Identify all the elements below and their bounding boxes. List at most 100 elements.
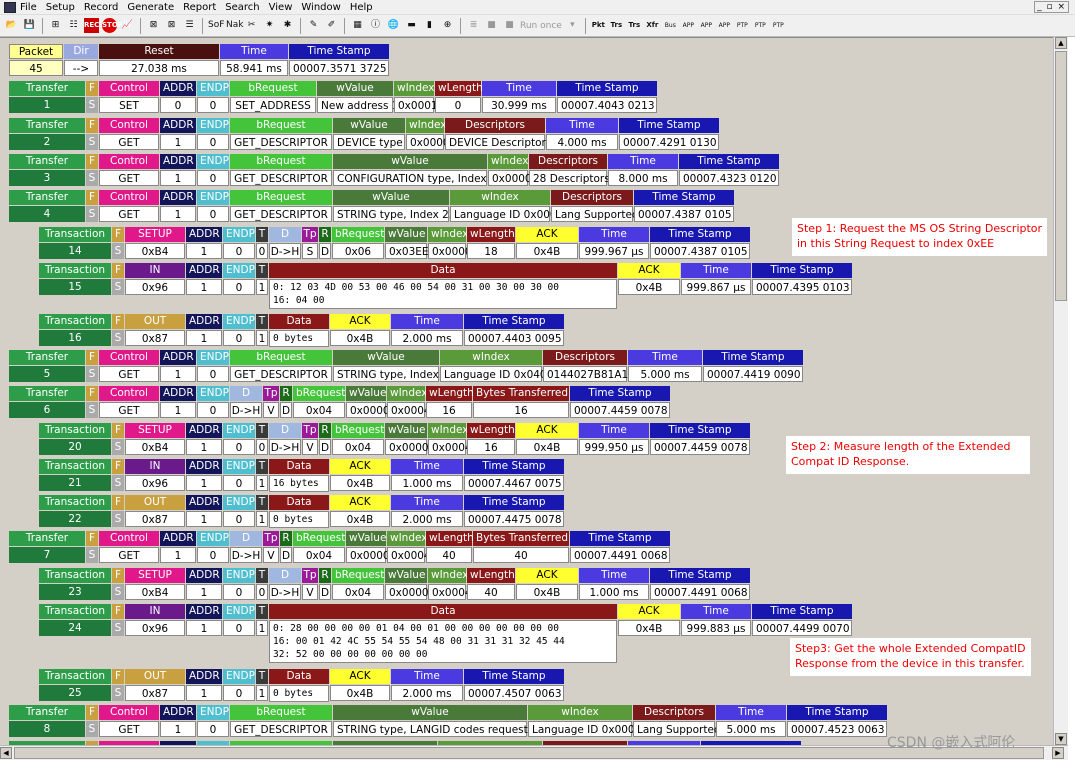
transfer-number: 1 (9, 97, 85, 113)
target-icon[interactable]: ⊕ (440, 18, 455, 33)
menu-record[interactable]: Record (84, 2, 119, 13)
menu-window[interactable]: Window (301, 2, 340, 13)
transfer-row[interactable]: Transfer 2 FS Control GET ADDR 1 ENDP 0 bReq… (9, 118, 720, 150)
transfer-row[interactable]: Transfer 7 FS Control GET ADDR 1 ENDP 0 D D->… (9, 531, 671, 563)
trs2-icon[interactable]: Trs (627, 18, 642, 33)
menu-report[interactable]: Report (183, 2, 216, 13)
endp-value: 0 (223, 685, 255, 701)
brequest-value: GET_DESCRIPTOR (230, 170, 332, 186)
time-value: 999.950 µs (579, 439, 649, 455)
menu-generate[interactable]: Generate (127, 2, 174, 13)
f-header: F (112, 423, 124, 438)
calc-icon[interactable]: ▦ (350, 18, 365, 33)
transaction-row[interactable]: Transaction 20 FS SETUP 0xB4 ADDR 1 ENDP 0 T… (39, 423, 751, 455)
record-icon[interactable]: REC (84, 18, 99, 33)
open-icon[interactable]: 📂 (4, 18, 19, 33)
endp-value: 0 (197, 134, 229, 150)
transaction-row[interactable]: Transaction 25 FS OUT 0x87 ADDR 1 ENDP 0 T1 … (39, 669, 565, 702)
transaction-row[interactable]: Transaction 24 FS IN 0x96 ADDR 1 ENDP 0 T1 D… (39, 604, 853, 664)
time-value: 4.000 ms (546, 134, 618, 150)
ptp3-icon[interactable]: PTP (771, 18, 786, 33)
scroll-left-icon[interactable]: ◀ (0, 747, 12, 759)
mark-icon[interactable]: ✱ (280, 18, 295, 33)
transfer-row[interactable]: Transfer 6 FS Control GET ADDR 1 ENDP 0 D D->… (9, 386, 671, 418)
timestamp-value: 00007.4475 0078 (464, 511, 564, 527)
vertical-scrollbar[interactable]: ▲ ▼ (1053, 37, 1068, 745)
transaction-row[interactable]: Transaction 15 FS IN 0x96 ADDR 1 ENDP 0 T1 D… (39, 263, 853, 309)
list-icon[interactable]: ☰ (182, 18, 197, 33)
menu-help[interactable]: Help (350, 2, 373, 13)
xfr-icon[interactable]: Xfr (645, 18, 660, 33)
transfer-header: Transfer (9, 531, 85, 546)
menu-file[interactable]: File (20, 2, 37, 13)
chart-icon[interactable]: 📈 (120, 18, 135, 33)
transfer-row[interactable]: Transfer 5 FS Control GET ADDR 1 ENDP 0 bReq… (9, 350, 804, 382)
brequest-value: SET_ADDRESS (230, 97, 316, 113)
star-icon[interactable]: ✷ (262, 18, 277, 33)
ptp-icon[interactable]: PTP (735, 18, 750, 33)
time-header: Time (482, 81, 556, 96)
nak-icon[interactable]: Nak (226, 18, 243, 33)
ptp2-icon[interactable]: PTP (753, 18, 768, 33)
scroll-right-icon[interactable]: ▶ (1052, 747, 1064, 759)
info-icon[interactable]: ⓘ (368, 18, 383, 33)
menu-setup[interactable]: Setup (46, 2, 75, 13)
menu-view[interactable]: View (269, 2, 293, 13)
sof-icon[interactable]: SoF (208, 18, 224, 33)
wvalue-value: 0x0000 (385, 439, 429, 455)
packet-row[interactable]: Packet 45 Dir --> Reset 27.038 ms Time 58.94… (9, 44, 390, 76)
t-header: T (256, 604, 268, 619)
scroll-down-icon[interactable]: ▼ (1055, 733, 1067, 745)
tp-header: Tp (302, 227, 318, 242)
run-once-label: Run once (520, 20, 562, 31)
pkt-icon[interactable]: Pkt (591, 18, 606, 33)
transaction-row[interactable]: Transaction 23 FS SETUP 0xB4 ADDR 1 ENDP 0 T… (39, 568, 751, 600)
transfer-row[interactable]: Transfer 4 FS Control GET ADDR 1 ENDP 0 bReq… (9, 190, 735, 222)
time-value: 8.000 ms (608, 170, 678, 186)
app2-icon[interactable]: APP (699, 18, 714, 33)
bytes-header: Bytes Transferred (473, 531, 569, 546)
filter-icon[interactable]: ⊞ (48, 18, 63, 33)
flag-icon[interactable]: ▬ (404, 18, 419, 33)
scroll-up-icon[interactable]: ▲ (1055, 37, 1067, 49)
addr-value: 1 (160, 402, 196, 418)
vertical-scroll-thumb[interactable] (1055, 51, 1067, 301)
bus-icon[interactable]: Bus (663, 18, 678, 33)
tp-header: Tp (302, 568, 318, 583)
globe-icon[interactable]: 🌐 (386, 18, 401, 33)
transaction-row[interactable]: Transaction 14 FS SETUP 0xB4 ADDR 1 ENDP 0 T… (39, 227, 751, 259)
endp-header: ENDP (197, 350, 229, 365)
save-icon[interactable]: 💾 (22, 18, 37, 33)
transfer-row[interactable]: Transfer 3 FS Control GET ADDR 1 ENDP 0 bReq… (9, 154, 780, 186)
app-icon[interactable]: APP (681, 18, 696, 33)
trace-view[interactable]: Packet 45 Dir --> Reset 27.038 ms Time 58.94… (0, 37, 1053, 745)
transfer-row[interactable]: Transfer 8 FS Control GET ADDR 1 ENDP 0 bReq… (9, 705, 888, 737)
stop-icon[interactable]: STOP (102, 18, 123, 33)
bar-icon[interactable]: ▮ (422, 18, 437, 33)
brush-icon[interactable]: ✐ (324, 18, 339, 33)
app3-icon[interactable]: APP (717, 18, 732, 33)
pid-value: 0x87 (125, 511, 185, 527)
t-value: 1 (256, 620, 268, 636)
hide-icon[interactable]: ☷ (66, 18, 81, 33)
grid2-icon[interactable]: ⊠ (164, 18, 179, 33)
transaction-row[interactable]: Transaction 16 FS OUT 0x87 ADDR 1 ENDP 0 T1 … (39, 314, 565, 347)
window-controls[interactable]: _ ▫ × (1034, 1, 1069, 13)
transaction-row[interactable]: Transaction 21 FS IN 0x96 ADDR 1 ENDP 0 T1 D… (39, 459, 565, 492)
trs-icon[interactable]: Trs (609, 18, 624, 33)
menu-search[interactable]: Search (225, 2, 259, 13)
control-header: Control (99, 531, 159, 546)
transaction-row[interactable]: Transaction 22 FS OUT 0x87 ADDR 1 ENDP 0 T1 … (39, 495, 565, 528)
dropdown-icon[interactable]: ▾ (565, 18, 580, 33)
t-header: T (256, 314, 268, 329)
endp-header: ENDP (223, 227, 255, 242)
endp-value: 0 (223, 475, 255, 491)
wlength-header: wLength (435, 81, 483, 96)
d-header: D (230, 531, 262, 546)
transfer-row[interactable]: Transfer 1 FS Control SET ADDR 0 ENDP 0 bReq… (9, 81, 658, 113)
pen-icon[interactable]: ✎ (306, 18, 321, 33)
tool-icon[interactable]: ✂ (244, 18, 259, 33)
windex-header: wIndex (440, 350, 542, 365)
endp-value: 0 (197, 366, 229, 382)
grid-icon[interactable]: ⊠ (146, 18, 161, 33)
